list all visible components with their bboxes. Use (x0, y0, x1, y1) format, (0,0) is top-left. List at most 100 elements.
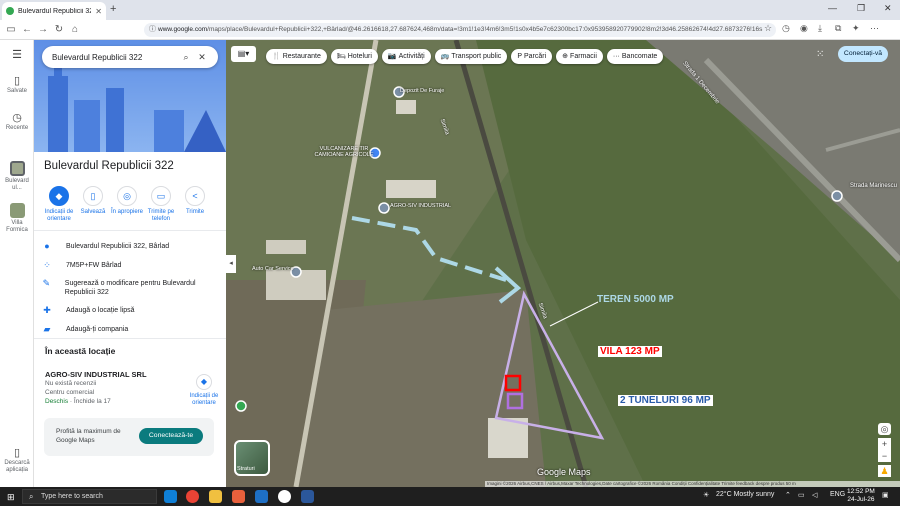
account-icon[interactable]: ◉ (800, 23, 808, 34)
weather-text[interactable]: 22°C Mostly sunny (716, 491, 774, 498)
chip-pharmacies[interactable]: ⊕ Farmacii (556, 49, 603, 64)
restore-icon[interactable]: ❐ (857, 3, 865, 14)
network-icon[interactable]: ▭ (798, 491, 805, 499)
browser-tab[interactable]: Bulevardul Republicii 322 - Goo ✕ (2, 2, 106, 20)
parking-icon: P (517, 53, 522, 60)
sign-in-button[interactable]: Conectează-te (139, 428, 203, 444)
volume-icon[interactable]: ◁ (812, 491, 817, 499)
fork-icon: 🍴 (272, 53, 281, 60)
recent-place-2[interactable]: Villa Formica (0, 203, 34, 234)
poi-agrosiv-icon[interactable] (378, 202, 390, 214)
tray-overflow-icon[interactable]: ⌃ (785, 491, 791, 499)
language-indicator[interactable]: ENG (830, 491, 845, 498)
url-domain: www.google.com (158, 26, 208, 33)
zoom-out-button[interactable]: − (878, 450, 891, 462)
weather-icon[interactable]: ☀ (703, 491, 709, 499)
collapse-panel-button[interactable]: ◂ (226, 255, 236, 273)
app-icon[interactable] (278, 490, 291, 503)
download-icon[interactable]: ⤓ (818, 23, 822, 34)
business-category: Centru comercial (45, 389, 95, 396)
bookmark-star-icon[interactable]: ☆ (764, 23, 772, 34)
add-business-row[interactable]: ▰ Adaugă-ți compania (42, 325, 220, 334)
building-2 (74, 100, 100, 152)
send-to-phone-button[interactable]: ▭ Trimite pe telefon (144, 186, 178, 223)
close-tab-icon[interactable]: ✕ (95, 7, 102, 16)
street-view-pegman-icon[interactable]: ♟ (878, 465, 891, 477)
business-directions-button[interactable]: ◆ Indicații de orientare (184, 374, 224, 407)
chrome-icon[interactable] (186, 490, 199, 503)
clock-date: 24-Jul-26 (847, 496, 875, 503)
sidebar-toggle-icon[interactable]: ▭ (3, 24, 19, 35)
zoom-in-button[interactable]: + (878, 438, 891, 450)
search-box[interactable]: Bulevardul Republicii 322 ⌕ ✕ (42, 46, 218, 68)
place-hero-image[interactable]: Bulevardul Republicii 322 ⌕ ✕ (34, 40, 226, 152)
new-tab-icon[interactable]: + (110, 3, 116, 15)
taskbar-search[interactable]: ⌕ Type here to search (22, 489, 157, 504)
recent-label: Recente (5, 125, 29, 131)
url-path: /maps/place/Bulevardul+Republicii+322,+B… (207, 26, 763, 33)
chip-hotels[interactable]: 🛏 Hoteluri (330, 49, 378, 64)
history-icon[interactable]: ◷ (782, 23, 790, 34)
business-card[interactable]: AGRO-SIV INDUSTRIAL SRL Nu există recenz… (45, 370, 185, 406)
search-icon[interactable]: ⌕ (178, 52, 194, 63)
business-directions-label: Indicații de orientare (189, 393, 219, 406)
add-missing-place-text: Adaugă o locație lipsă (66, 307, 135, 314)
notifications-icon[interactable]: ▣ (882, 491, 889, 499)
recent-place-1[interactable]: Bulevard ul... (0, 161, 34, 192)
chip-restaurants[interactable]: 🍴 Restaurante (266, 49, 327, 64)
location-pin-icon: ● (44, 241, 50, 251)
poi-green-icon[interactable] (235, 400, 247, 412)
download-app-button[interactable]: ▯ Descarcă aplicația (0, 448, 34, 474)
search-input[interactable]: Bulevardul Republicii 322 (52, 53, 178, 62)
outlook-icon[interactable] (255, 490, 268, 503)
file-explorer-icon[interactable] (209, 490, 222, 503)
poi-marinescu-icon[interactable] (831, 190, 843, 202)
address-row[interactable]: ● Bulevardul Republicii 322, Bârlad (42, 242, 220, 251)
warehouse-3 (266, 240, 306, 254)
sign-in-button[interactable]: Conectați-vă (838, 46, 888, 62)
site-info-icon[interactable]: ⓘ (149, 23, 156, 37)
my-location-icon[interactable]: ◎ (878, 423, 891, 435)
section-heading: În această locație (45, 346, 116, 356)
map-canvas[interactable]: Depozit De Furaje VULCANIZARE TIR CAMIOA… (226, 40, 900, 487)
chip-parking[interactable]: P Parcări (511, 49, 553, 64)
directions-icon: ◆ (49, 186, 69, 206)
taskbar-clock[interactable]: 12:52 PM 24-Jul-26 (847, 488, 875, 504)
chip-activities[interactable]: 📷 Activități (381, 49, 431, 64)
saved-button[interactable]: ▯ Salvate (0, 76, 34, 95)
add-place-icon: ✚ (43, 305, 51, 315)
overlay-tuneluri: 2 TUNELURI 96 MP (618, 395, 713, 406)
reload-icon[interactable]: ↻ (51, 24, 67, 35)
back-icon[interactable]: ← (19, 24, 35, 35)
plus-code-row[interactable]: ⁘ 7M5P+FW Bârlad (42, 261, 220, 270)
apps-grid-icon[interactable]: ⁙ (816, 49, 824, 60)
chip-atms[interactable]: ··· Bancomate (606, 49, 664, 64)
word-icon[interactable] (301, 490, 314, 503)
suggest-edit-row[interactable]: ✎ Sugerează o modificare pentru Bulevardu… (42, 279, 220, 297)
saved-label: Salvate (6, 88, 27, 94)
address-bar[interactable]: ⓘ www.google.com/maps/place/Bulevardul+R… (144, 23, 776, 37)
recent-button[interactable]: ◷ Recente (0, 113, 34, 132)
business-name[interactable]: AGRO-SIV INDUSTRIAL SRL (45, 370, 185, 379)
edge-icon[interactable] (164, 490, 177, 503)
street-label-marinescu: Strada Marinescu (850, 183, 898, 189)
menu-button[interactable]: ☰ (0, 50, 34, 62)
windows-start-icon[interactable]: ⊞ (7, 492, 15, 503)
close-icon[interactable]: ✕ (194, 52, 210, 63)
minimize-icon[interactable]: — (828, 3, 837, 13)
extensions-icon[interactable]: ⧉ (835, 23, 841, 34)
copilot-icon[interactable]: ✦ (852, 23, 860, 34)
more-icon[interactable]: ⋯ (870, 23, 879, 34)
chip-transit[interactable]: 🚌 Transport public (434, 49, 508, 64)
share-button[interactable]: < Trimite (178, 186, 212, 223)
nearby-button[interactable]: ◎ În apropiere (110, 186, 144, 223)
add-missing-place-row[interactable]: ✚ Adaugă o locație lipsă (42, 306, 220, 315)
directions-button[interactable]: ◆ Indicații de orientare (42, 186, 76, 223)
home-icon[interactable]: ⌂ (67, 24, 83, 35)
layers-dropdown-button[interactable]: ▤▾ (231, 46, 256, 62)
warehouse-2 (396, 100, 416, 114)
forward-icon[interactable]: → (35, 24, 51, 35)
brave-icon[interactable] (232, 490, 245, 503)
save-button[interactable]: ▯ Salvează (76, 186, 110, 223)
close-window-icon[interactable]: ✕ (884, 3, 892, 14)
